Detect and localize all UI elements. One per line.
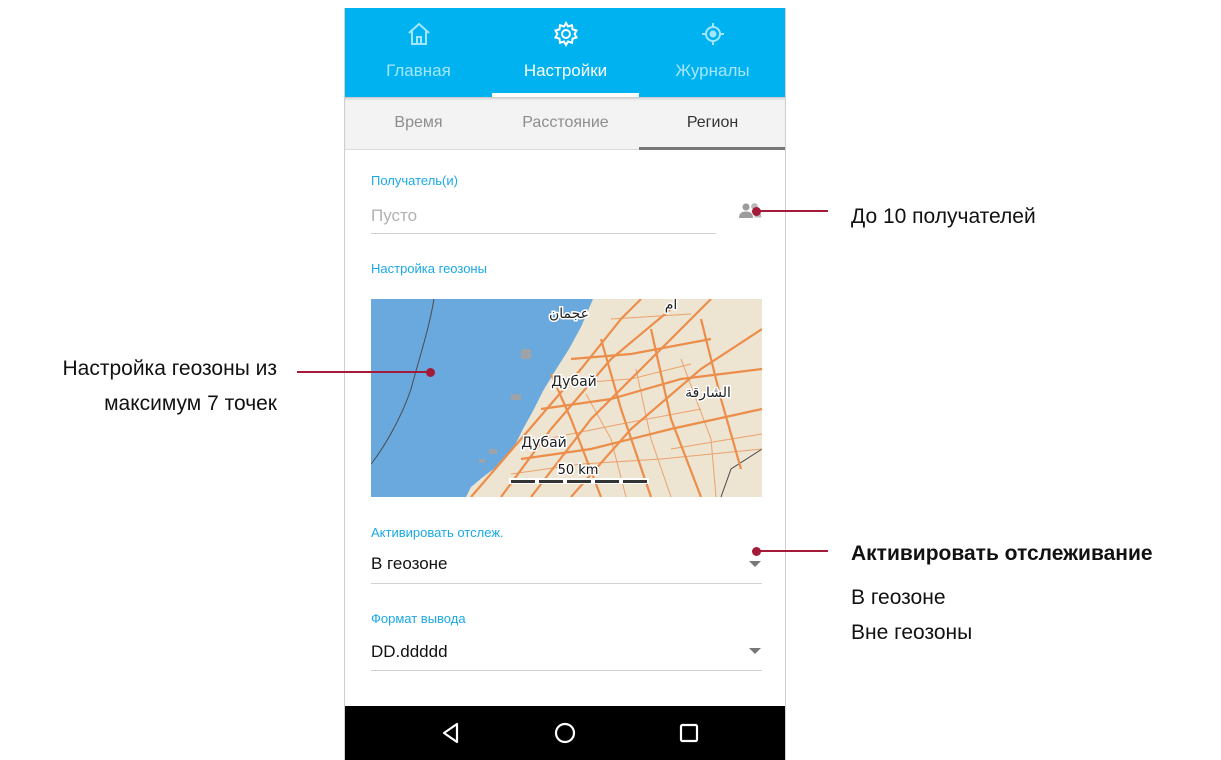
subtab-active-indicator (639, 147, 785, 150)
map-canvas[interactable]: عجمان أم Дубай الشارقة Дубай 50 km (371, 299, 762, 497)
map-label-sharjah: الشارقة (685, 385, 731, 401)
back-button[interactable] (421, 706, 481, 760)
chevron-down-icon[interactable] (749, 561, 761, 567)
output-format-underline (371, 670, 762, 671)
output-format-label: Формат вывода (371, 611, 466, 626)
home-nav-button[interactable] (535, 706, 595, 760)
map-scale-bar (509, 478, 649, 484)
tracking-select[interactable]: В геозоне (371, 554, 448, 574)
recipients-underline (371, 233, 716, 234)
map-label-ajman: عجمان (549, 306, 589, 322)
recipients-input[interactable]: Пусто (371, 206, 417, 226)
map-label-umm: أم (665, 299, 678, 313)
tab-settings-label: Настройки (523, 61, 608, 80)
home-icon (345, 20, 492, 50)
callout-geofence-line1: Настройка геозоны из (62, 357, 278, 380)
callout-line-recipients (756, 210, 828, 212)
map-label-dubai-1: Дубай (551, 374, 597, 390)
map-label-dubai-2: Дубай (521, 435, 567, 451)
callout-line-tracking (756, 550, 828, 552)
output-format-select[interactable]: DD.ddddd (371, 642, 448, 662)
tracking-label: Активировать отслеж. (371, 525, 504, 540)
tab-logs-label: Журналы (675, 61, 750, 80)
tab-settings[interactable]: Настройки (492, 8, 639, 97)
callout-line-geofence (297, 371, 430, 373)
recent-apps-button[interactable] (659, 706, 719, 760)
callout-tracking-title: Активировать отслеживание (851, 542, 1153, 565)
subtab-region-label: Регион (686, 114, 739, 131)
recipients-label: Получатель(и) (371, 173, 458, 188)
callout-tracking-option-inside: В геозоне (851, 586, 946, 609)
system-nav-bar (345, 706, 785, 760)
geofence-map[interactable]: عجمان أم Дубай الشارقة Дубай 50 km (371, 299, 762, 497)
tab-logs[interactable]: Журналы (639, 8, 785, 97)
target-icon (639, 20, 785, 50)
callout-geofence-line2: максимум 7 точек (104, 392, 277, 415)
back-icon (442, 722, 459, 744)
phone-screen: Главная Настройки Журналы Время Расстоян… (344, 8, 786, 760)
tracking-underline (371, 583, 762, 584)
sub-tab-bar: Время Расстояние Регион (345, 97, 785, 150)
subtab-distance[interactable]: Расстояние (492, 97, 639, 149)
home-circle-icon (554, 722, 576, 744)
map-scale-label: 50 km (558, 463, 599, 478)
tab-home-label: Главная (386, 61, 451, 80)
chevron-down-icon[interactable] (749, 648, 761, 654)
gear-icon (492, 20, 639, 50)
callout-recipients: До 10 получателей (851, 205, 1036, 228)
geofence-label: Настройка геозоны (371, 261, 487, 276)
subtab-region[interactable]: Регион (639, 97, 785, 150)
callout-tracking-option-outside: Вне геозоны (851, 621, 973, 644)
tab-home[interactable]: Главная (345, 8, 492, 97)
recent-apps-icon (679, 723, 699, 743)
subtab-time[interactable]: Время (345, 97, 492, 149)
top-tab-bar: Главная Настройки Журналы (345, 8, 785, 97)
